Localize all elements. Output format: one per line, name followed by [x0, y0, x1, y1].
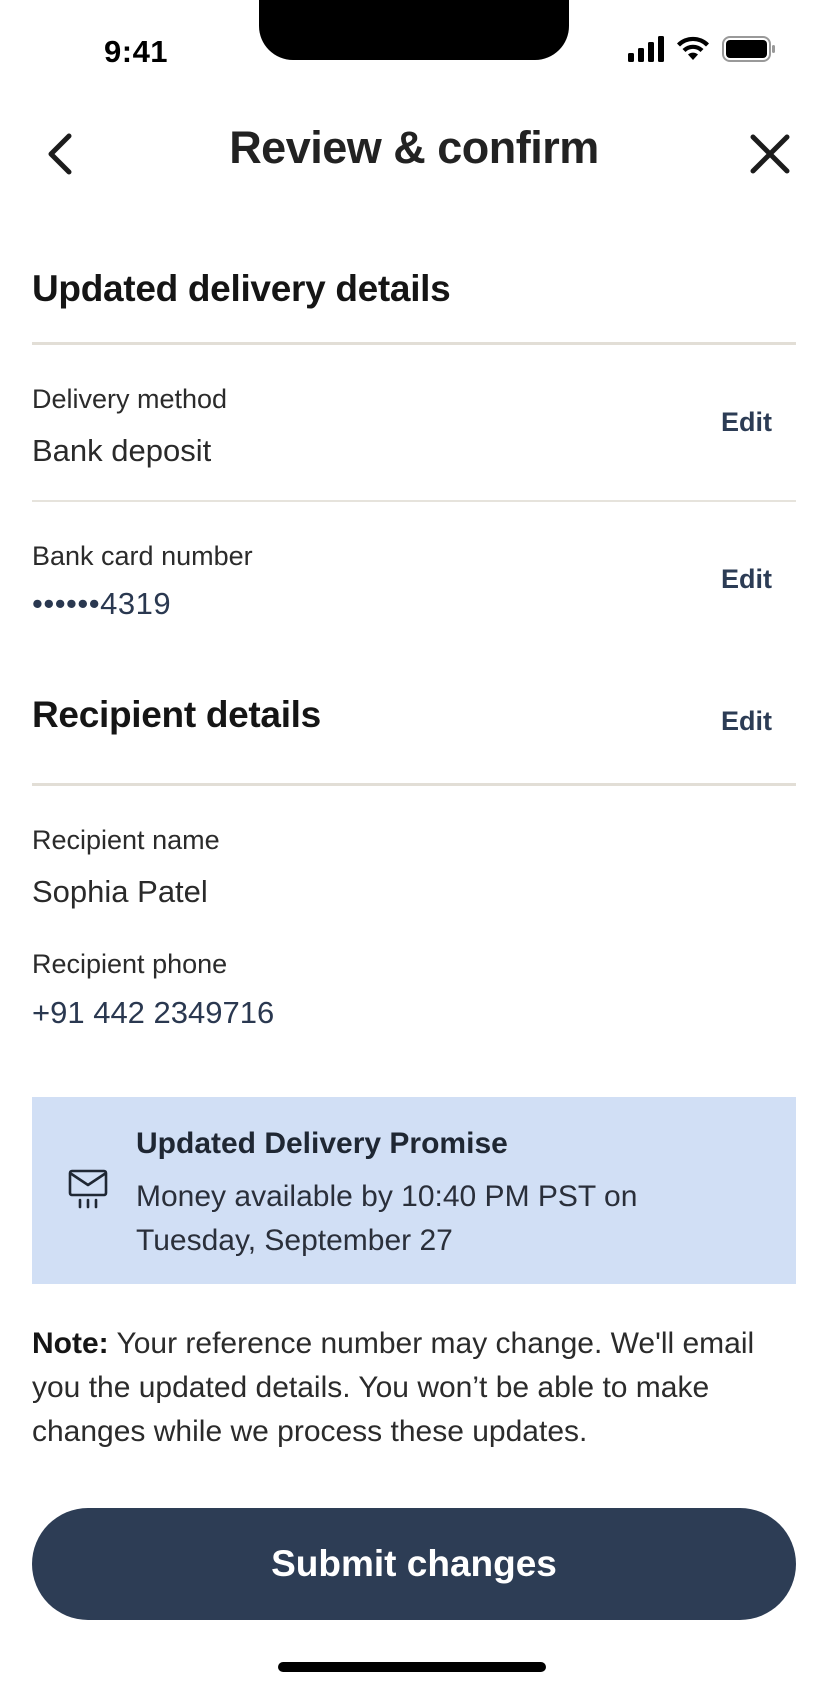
back-button[interactable]: [36, 124, 84, 184]
delivery-method-label: Delivery method: [32, 384, 228, 414]
note-body: Your reference number may change. We'll …: [32, 1327, 755, 1448]
wifi-icon: [677, 36, 709, 60]
note-label: Note:: [32, 1327, 109, 1360]
delivery-promise-card: Updated Delivery Promise Money available…: [32, 1097, 796, 1284]
recipient-phone-label: Recipient phone: [32, 949, 228, 979]
submit-changes-button[interactable]: Submit changes: [32, 1508, 796, 1620]
edit-bank-card-button[interactable]: Edit: [721, 564, 772, 595]
bank-card-number-label: Bank card number: [32, 541, 253, 571]
delivery-method-value: Bank deposit: [32, 433, 212, 468]
recipient-phone-value: +91 442 2349716: [32, 995, 275, 1030]
section-divider: [32, 342, 796, 345]
delivery-promise-title: Updated Delivery Promise: [136, 1127, 508, 1160]
cellular-signal-icon: [628, 36, 664, 62]
battery-icon: [722, 36, 775, 62]
device-notch: [259, 0, 569, 60]
status-icons: [628, 36, 776, 62]
status-bar: 9:41: [0, 0, 828, 100]
section-divider: [32, 783, 796, 786]
recipient-name-value: Sophia Patel: [32, 874, 208, 909]
delivery-section-heading: Updated delivery details: [32, 268, 451, 309]
delivery-promise-text: Money available by 10:40 PM PST on Tuesd…: [136, 1180, 638, 1257]
status-time: 9:41: [104, 34, 169, 69]
recipient-section-heading: Recipient details: [32, 694, 321, 735]
note-text: Note: Your reference number may change. …: [32, 1322, 802, 1454]
page-title: Review & confirm: [229, 122, 599, 173]
close-button[interactable]: [742, 124, 798, 184]
bank-card-number-value: ••••••4319: [32, 586, 172, 621]
recipient-name-label: Recipient name: [32, 825, 220, 855]
chevron-left-icon: [48, 133, 72, 175]
close-icon: [750, 134, 790, 174]
edit-recipient-button[interactable]: Edit: [721, 706, 772, 737]
envelope-icon: [68, 1169, 108, 1209]
row-divider: [32, 500, 796, 502]
edit-delivery-method-button[interactable]: Edit: [721, 407, 772, 438]
home-indicator: [278, 1662, 546, 1672]
